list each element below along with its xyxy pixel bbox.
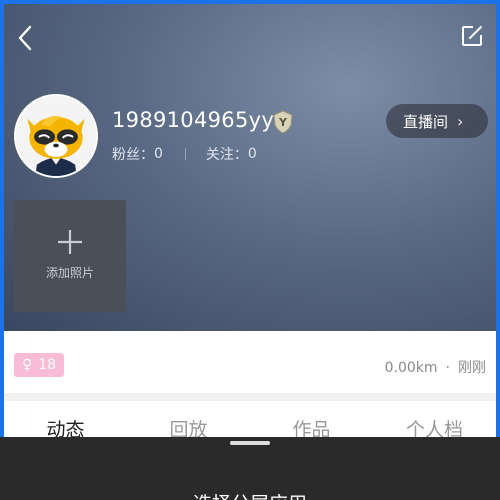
section-divider [4,393,496,401]
follow-count[interactable]: 0 [248,146,257,162]
raccoon-mascot-icon [16,96,96,176]
username: 1989104965yy [112,108,275,132]
separator-dot: · [445,360,450,376]
distance-value: 0.00km [384,360,438,376]
level-badge-icon: Y [273,110,293,134]
profile-stats: 粉丝： 0 关注： 0 [112,144,257,164]
drag-handle[interactable] [230,441,270,445]
back-arrow-icon[interactable] [14,24,38,52]
gender-age-badge: ♀ 18 [14,353,65,377]
avatar[interactable] [14,94,98,178]
profile-info-bar: ♀ 18 0.00km · 刚刚 [4,331,496,393]
sheet-title: 选择分屏应用 [0,489,500,500]
profile-header: 1989104965yy Y 粉丝： 0 关注： 0 直播间 › 添加照片 [4,4,496,331]
live-room-button[interactable]: 直播间 › [386,104,488,138]
fans-count[interactable]: 0 [154,146,163,162]
chevron-right-icon: › [457,111,464,131]
add-photo-label: 添加照片 [45,266,94,280]
plus-icon [58,230,82,254]
screen-frame: 1989104965yy Y 粉丝： 0 关注： 0 直播间 › 添加照片 ♀ [0,0,500,500]
female-icon: ♀ [22,357,33,373]
fans-label: 粉丝： [112,147,154,163]
distance-time: 0.00km · 刚刚 [385,357,486,377]
live-room-label: 直播间 [403,112,449,131]
last-active-time: 刚刚 [458,360,486,376]
add-photo-button[interactable]: 添加照片 [14,200,126,312]
age-value: 18 [38,357,57,373]
edit-icon[interactable] [460,24,484,48]
split-screen-sheet: 选择分屏应用 [0,437,500,500]
follow-label: 关注： [205,147,248,163]
stats-divider [184,148,186,160]
badge-letter: Y [278,116,288,129]
